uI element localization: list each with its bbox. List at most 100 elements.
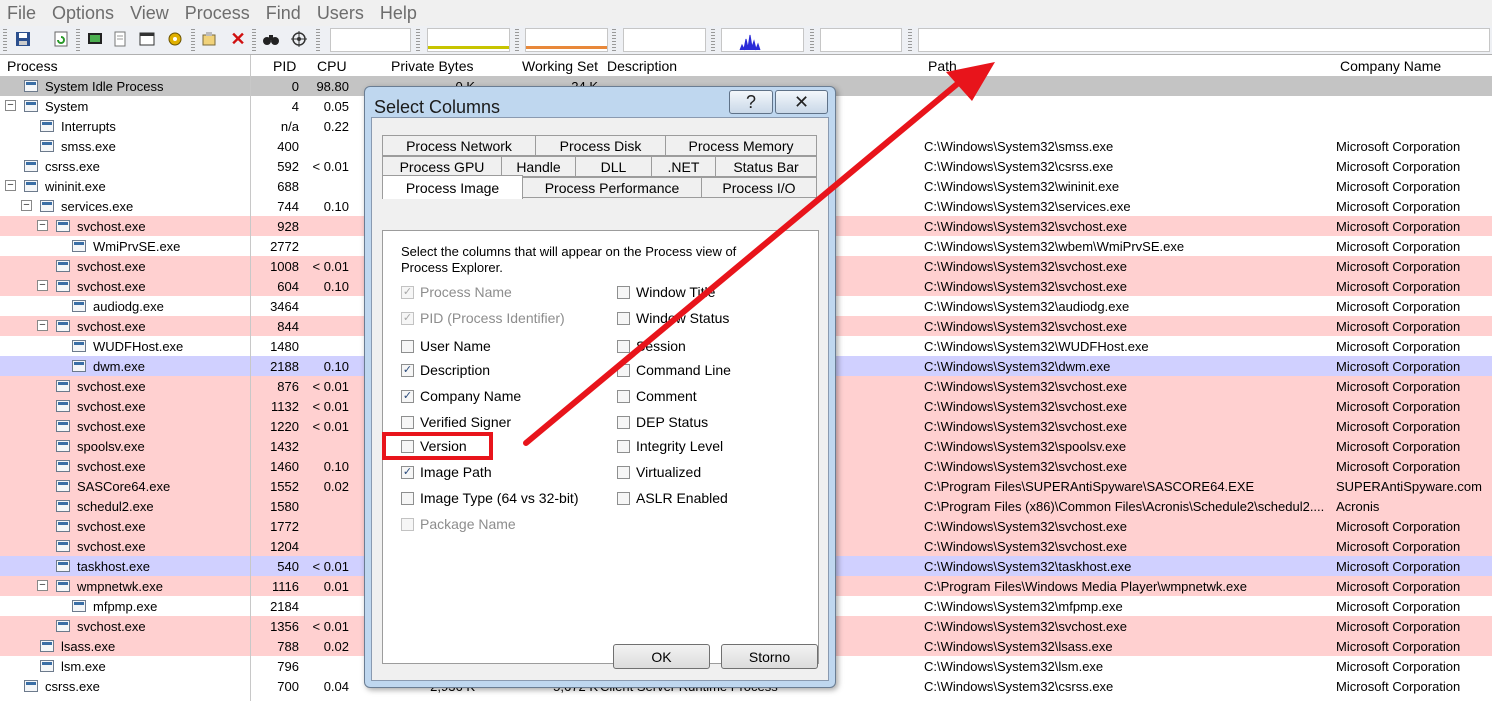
ok-button[interactable]: OK <box>613 644 710 669</box>
option-window-title[interactable]: Window Title <box>617 284 715 300</box>
column-divider[interactable] <box>250 55 251 701</box>
option-integrity-level[interactable]: Integrity Level <box>617 438 723 454</box>
close-button[interactable]: ✕ <box>775 90 828 114</box>
gear-icon[interactable] <box>166 30 184 48</box>
io-graph[interactable] <box>623 28 706 52</box>
option-label: ASLR Enabled <box>636 490 728 506</box>
option-image-type-64-vs-32-bit[interactable]: Image Type (64 vs 32-bit) <box>401 490 578 506</box>
find-binoculars-icon[interactable] <box>262 30 280 48</box>
toolbar-grip[interactable] <box>252 29 256 51</box>
gpu-graph[interactable] <box>918 28 1490 52</box>
header-working-set[interactable]: Working Set <box>522 58 598 74</box>
checkbox[interactable] <box>617 439 630 453</box>
checkbox[interactable]: ✓ <box>401 389 414 403</box>
network-graph[interactable] <box>721 28 804 52</box>
tree-collapse-icon[interactable]: − <box>37 320 48 331</box>
commit-graph[interactable] <box>525 28 608 52</box>
header-company-name[interactable]: Company Name <box>1340 58 1441 74</box>
process-company: Microsoft Corporation <box>1336 459 1461 474</box>
menu-options[interactable]: Options <box>45 0 123 26</box>
tab-process-disk[interactable]: Process Disk <box>535 135 666 156</box>
kill-process-icon[interactable]: ✕ <box>229 29 247 49</box>
checkbox[interactable] <box>617 465 630 479</box>
disk-graph[interactable] <box>820 28 902 52</box>
checkbox[interactable]: ✓ <box>401 465 414 479</box>
toolbar-grip[interactable] <box>76 29 80 51</box>
option-image-path[interactable]: ✓ Image Path <box>401 464 492 480</box>
option-virtualized[interactable]: Virtualized <box>617 464 701 480</box>
cancel-button[interactable]: Storno <box>721 644 818 669</box>
option-aslr-enabled[interactable]: ASLR Enabled <box>617 490 728 506</box>
option-verified-signer[interactable]: Verified Signer <box>401 414 511 430</box>
menu-find[interactable]: Find <box>259 0 310 26</box>
option-user-name[interactable]: User Name <box>401 338 491 354</box>
header-process[interactable]: Process <box>7 58 58 74</box>
tree-collapse-icon[interactable]: − <box>37 280 48 291</box>
toolbar-grip[interactable] <box>612 29 616 51</box>
properties-icon[interactable] <box>111 30 129 48</box>
checkbox[interactable] <box>401 491 414 505</box>
toolbar-grip[interactable] <box>3 29 7 51</box>
menu-process[interactable]: Process <box>178 0 259 26</box>
tree-collapse-icon[interactable]: − <box>37 580 48 591</box>
window-icon[interactable] <box>138 30 156 48</box>
tab-process-performance[interactable]: Process Performance <box>522 177 702 198</box>
options-icon[interactable] <box>200 30 218 48</box>
tab-handle[interactable]: Handle <box>501 156 576 177</box>
menu-users[interactable]: Users <box>310 0 373 26</box>
toolbar-grip[interactable] <box>810 29 814 51</box>
menu-help[interactable]: Help <box>373 0 426 26</box>
tab-process-image[interactable]: Process Image <box>382 175 523 199</box>
header-private-bytes[interactable]: Private Bytes <box>391 58 473 74</box>
tab-process-io[interactable]: Process I/O <box>701 177 817 198</box>
tab-process-memory[interactable]: Process Memory <box>665 135 817 156</box>
tree-collapse-icon[interactable]: − <box>21 200 32 211</box>
checkbox[interactable] <box>617 491 630 505</box>
option-company-name[interactable]: ✓ Company Name <box>401 388 521 404</box>
cpu-graph[interactable] <box>330 28 411 52</box>
process-cpu: < 0.01 <box>312 559 349 574</box>
header-description[interactable]: Description <box>607 58 677 74</box>
help-button[interactable]: ? <box>729 90 773 114</box>
toolbar-grip[interactable] <box>416 29 420 51</box>
tree-collapse-icon[interactable]: − <box>5 100 16 111</box>
system-info-icon[interactable] <box>86 30 104 48</box>
checkbox[interactable] <box>617 389 630 403</box>
tab-process-gpu[interactable]: Process GPU <box>382 156 502 177</box>
memory-graph[interactable] <box>427 28 510 52</box>
process-name: mfpmp.exe <box>93 599 158 614</box>
option-comment[interactable]: Comment <box>617 388 697 404</box>
toolbar-grip[interactable] <box>191 29 195 51</box>
target-crosshair-icon[interactable] <box>290 30 308 48</box>
header-cpu[interactable]: CPU <box>317 58 347 74</box>
option-dep-status[interactable]: DEP Status <box>617 414 708 430</box>
option-description[interactable]: ✓ Description <box>401 362 490 378</box>
checkbox[interactable]: ✓ <box>401 363 414 377</box>
checkbox[interactable] <box>617 285 630 299</box>
menu-view[interactable]: View <box>123 0 178 26</box>
checkbox[interactable] <box>401 415 414 429</box>
toolbar-grip[interactable] <box>711 29 715 51</box>
option-command-line[interactable]: Command Line <box>617 362 731 378</box>
header-pid[interactable]: PID <box>273 58 296 74</box>
header-path[interactable]: Path <box>928 58 957 74</box>
option-window-status[interactable]: Window Status <box>617 310 729 326</box>
save-icon[interactable] <box>14 30 32 48</box>
tab-process-network[interactable]: Process Network <box>382 135 536 156</box>
checkbox[interactable] <box>617 311 630 325</box>
toolbar-grip[interactable] <box>515 29 519 51</box>
tab-dll[interactable]: DLL <box>575 156 652 177</box>
checkbox[interactable] <box>617 415 630 429</box>
tree-collapse-icon[interactable]: − <box>5 180 16 191</box>
menu-file[interactable]: File <box>0 0 45 26</box>
toolbar-grip[interactable] <box>316 29 320 51</box>
toolbar-grip[interactable] <box>908 29 912 51</box>
checkbox[interactable] <box>617 339 630 353</box>
tab-dotnet[interactable]: .NET <box>651 156 716 177</box>
tab-status-bar[interactable]: Status Bar <box>715 156 817 177</box>
checkbox[interactable] <box>617 363 630 377</box>
tree-collapse-icon[interactable]: − <box>37 220 48 231</box>
option-session[interactable]: Session <box>617 338 686 354</box>
refresh-icon[interactable] <box>52 30 70 48</box>
checkbox[interactable] <box>401 339 414 353</box>
